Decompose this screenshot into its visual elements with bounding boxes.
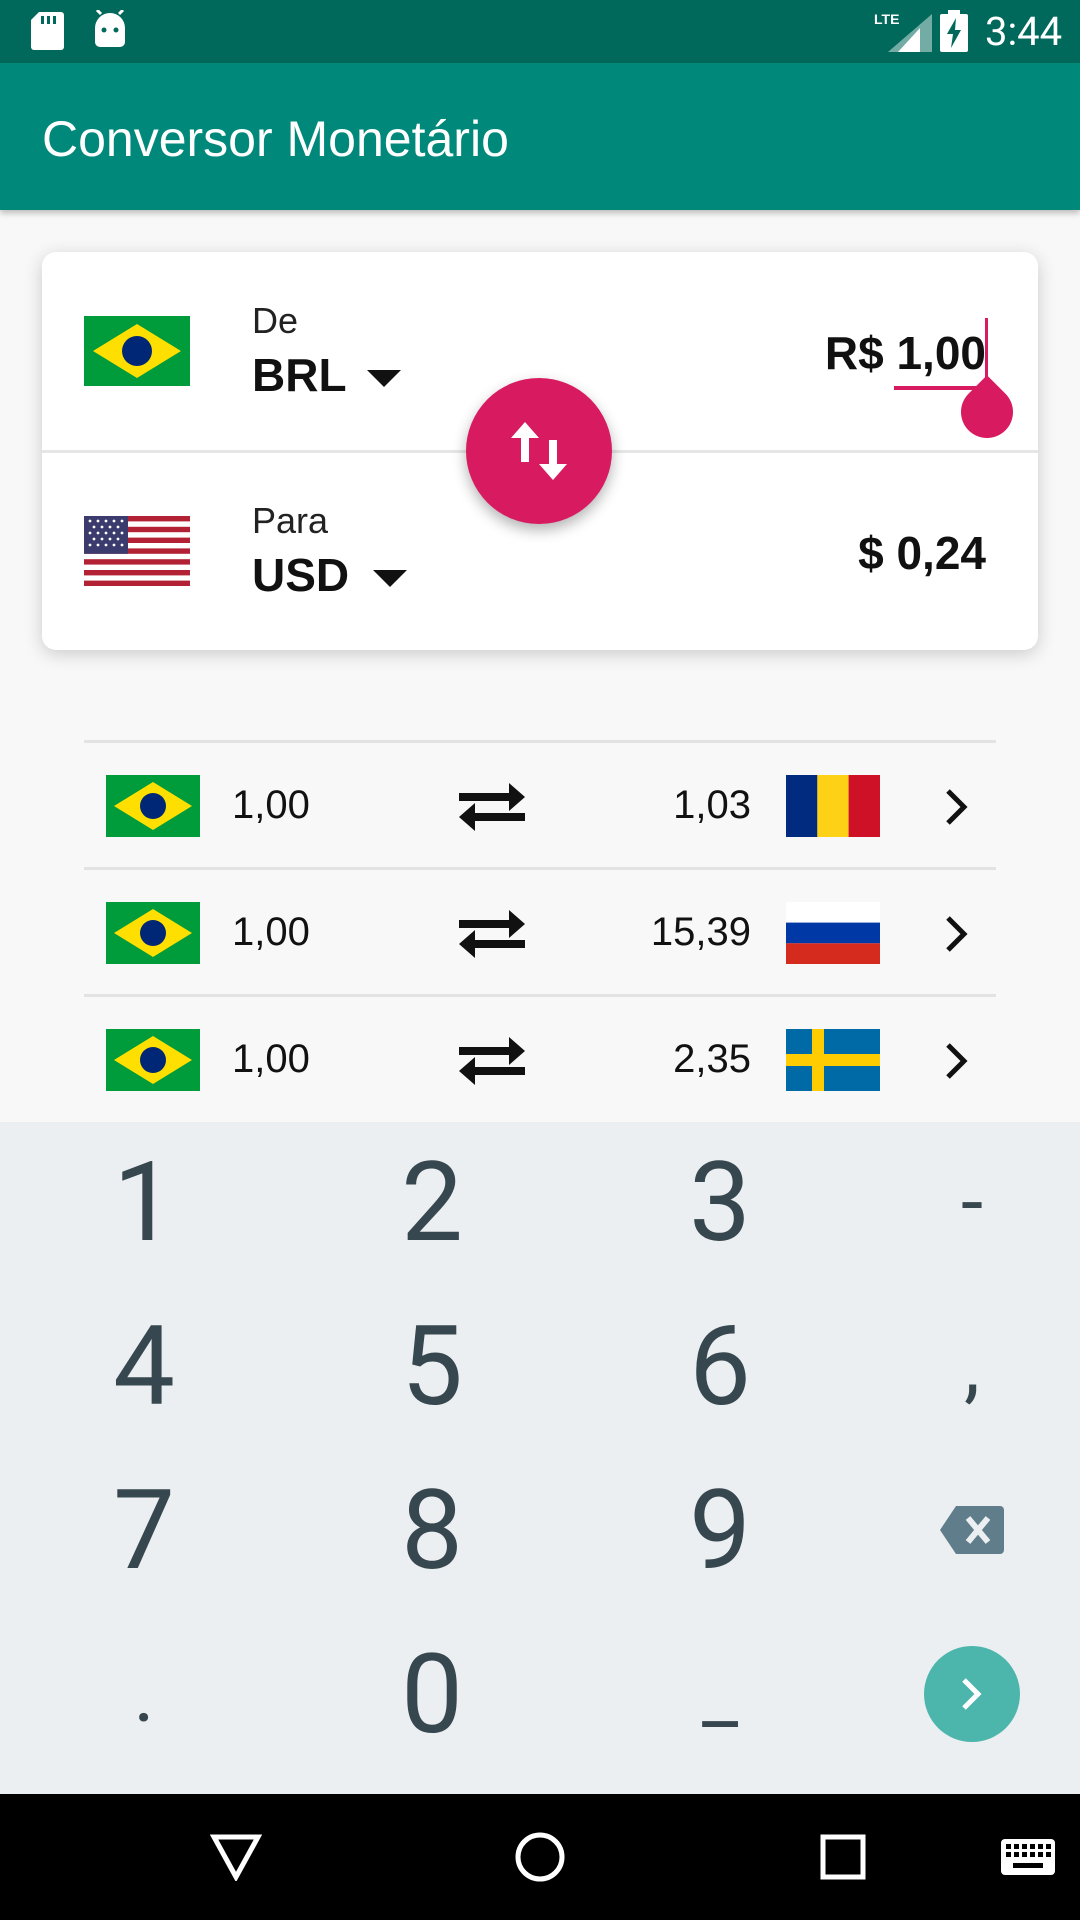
battery-charging-icon [940, 10, 968, 52]
brazil-flag-icon [106, 902, 200, 964]
key-comma[interactable]: , [852, 1286, 1080, 1446]
from-amount-input[interactable]: R$ 1,00 [825, 326, 986, 380]
usa-flag-icon [84, 516, 190, 586]
rate-row-russia[interactable]: 1,00 15,39 [84, 867, 996, 994]
key-1[interactable]: 1 [24, 1122, 264, 1282]
swap-horizontal-icon [459, 1037, 525, 1085]
from-dropdown-arrow-icon[interactable] [367, 370, 401, 387]
brazil-flag-icon [106, 1029, 200, 1091]
base-value: 1,00 [232, 783, 310, 827]
back-button[interactable] [196, 1794, 276, 1920]
lte-label: LTE [874, 11, 899, 27]
status-bar: LTE 3:44 [0, 0, 1080, 63]
swap-button[interactable] [466, 378, 612, 524]
chevron-right-icon[interactable] [944, 914, 968, 954]
recents-button[interactable] [803, 1794, 883, 1920]
converter-card: De BRL R$ 1,00 Para USD $ 0,24 [42, 252, 1038, 650]
backspace-icon [940, 1506, 1004, 1554]
to-currency-select[interactable]: USD [252, 548, 349, 602]
target-value: 2,35 [673, 1037, 751, 1081]
to-dropdown-arrow-icon[interactable] [373, 570, 407, 587]
romania-flag-icon [786, 775, 880, 837]
enter-button[interactable] [924, 1646, 1020, 1742]
base-value: 1,00 [232, 910, 310, 954]
chevron-right-icon[interactable] [944, 787, 968, 827]
key-period[interactable]: . [24, 1614, 264, 1774]
chevron-right-icon [962, 1678, 982, 1710]
home-circle-icon [515, 1832, 565, 1882]
app-title: Conversor Monetário [42, 111, 509, 167]
to-amount-value: $ 0,24 [858, 527, 986, 579]
from-currency-select[interactable]: BRL [252, 348, 347, 402]
keyboard-icon [1001, 1839, 1055, 1875]
base-value: 1,00 [232, 1037, 310, 1081]
from-label: De [252, 300, 299, 341]
sd-card-icon [31, 12, 64, 50]
brazil-flag-icon [106, 775, 200, 837]
key-3[interactable]: 3 [600, 1122, 840, 1282]
key-9[interactable]: 9 [600, 1450, 840, 1610]
swap-horizontal-icon [459, 783, 525, 831]
key-minus[interactable]: - [852, 1122, 1080, 1282]
russia-flag-icon [786, 902, 880, 964]
navigation-bar [0, 1794, 1080, 1920]
rate-row-romania[interactable]: 1,00 1,03 [84, 740, 996, 867]
rates-list: 1,00 1,03 1,00 15,39 1,00 2,35 [84, 740, 996, 1121]
key-5[interactable]: 5 [312, 1286, 552, 1446]
key-2[interactable]: 2 [312, 1122, 552, 1282]
app-bar: Conversor Monetário [0, 63, 1080, 210]
swap-vertical-icon [511, 422, 567, 480]
back-triangle-icon [210, 1834, 262, 1881]
key-6[interactable]: 6 [600, 1286, 840, 1446]
key-space[interactable]: _ [600, 1614, 840, 1774]
backspace-key[interactable] [852, 1450, 1080, 1610]
target-value: 1,03 [673, 783, 751, 827]
sweden-flag-icon [786, 1029, 880, 1091]
key-8[interactable]: 8 [312, 1450, 552, 1610]
chevron-right-icon[interactable] [944, 1041, 968, 1081]
to-label: Para [252, 500, 329, 541]
android-debug-icon [95, 10, 125, 47]
rate-row-sweden[interactable]: 1,00 2,35 [84, 994, 996, 1121]
key-0[interactable]: 0 [312, 1614, 552, 1774]
target-value: 15,39 [650, 910, 751, 954]
recents-square-icon [820, 1834, 866, 1880]
swap-horizontal-icon [459, 910, 525, 958]
home-button[interactable] [500, 1794, 580, 1920]
key-4[interactable]: 4 [24, 1286, 264, 1446]
brazil-flag-icon [84, 316, 190, 386]
keyboard-switch-button[interactable] [996, 1794, 1060, 1920]
status-time: 3:44 [985, 8, 1063, 55]
enter-key[interactable] [852, 1614, 1080, 1774]
key-7[interactable]: 7 [24, 1450, 264, 1610]
numeric-keyboard: 1 2 3 - 4 5 6 , 7 8 9 . 0 _ [0, 1122, 1080, 1794]
lte-signal-icon: LTE [874, 11, 932, 52]
